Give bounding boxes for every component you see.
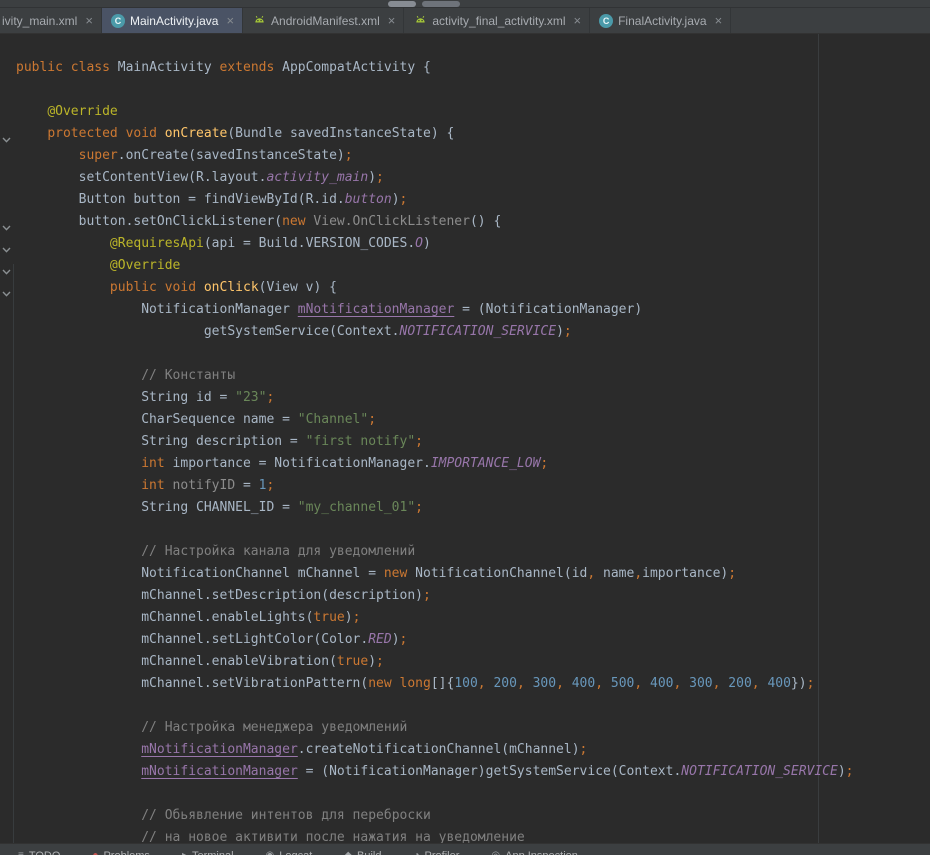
toolwindow-button-label: Profiler [425, 850, 460, 855]
fold-marker-icon[interactable] [2, 240, 11, 246]
tab-ivity_main.xml[interactable]: ivity_main.xml × [0, 8, 102, 33]
code-line: mChannel.setDescription(description); [16, 585, 854, 607]
code-line: mChannel.setVibrationPattern(new long[]{… [16, 673, 854, 695]
toolwindow-button-profiler[interactable]: ◔ Profiler [413, 850, 459, 855]
code-line: String description = "first notify"; [16, 431, 854, 453]
code-line: getSystemService(Context.NOTIFICATION_SE… [16, 321, 854, 343]
code-line: public void onClick(View v) { [16, 277, 854, 299]
tab-close-icon[interactable]: × [388, 14, 396, 27]
main-toolbar [0, 0, 930, 8]
tab-AndroidManifest.xml[interactable]: AndroidManifest.xml × [243, 8, 404, 33]
todo-icon: ≡ [18, 851, 24, 855]
tab-label: ivity_main.xml [2, 14, 77, 28]
code-line: String CHANNEL_ID = "my_channel_01"; [16, 497, 854, 519]
status-bar: ≡ TODO ● Problems ▸ Terminal ◉ Logcat ◆ Build ◔ Pro… [0, 843, 930, 855]
code-line: Button button = findViewById(R.id.button… [16, 189, 854, 211]
code-line: CharSequence name = "Channel"; [16, 409, 854, 431]
toolwindow-button-todo[interactable]: ≡ TODO [18, 850, 60, 855]
fold-marker-icon[interactable] [2, 262, 11, 268]
code-line: int importance = NotificationManager.IMP… [16, 453, 854, 475]
fold-marker-icon[interactable] [2, 284, 11, 290]
code-line [16, 695, 854, 717]
editor[interactable]: public class MainActivity extends AppCom… [0, 34, 930, 855]
code-line: // Обьявление интентов для переброски [16, 805, 854, 827]
toolwindow-button-label: TODO [29, 850, 61, 855]
toolwindow-button-label: App Inspection [505, 850, 578, 855]
class-icon: C [111, 14, 125, 28]
tab-FinalActivity.java[interactable]: C FinalActivity.java × [590, 8, 731, 33]
toolwindow-button-app-inspection[interactable]: ◎ App Inspection [491, 850, 578, 855]
code-line: @Override [16, 255, 854, 277]
toolwindow-button-label: Terminal [192, 850, 234, 855]
toolwindow-button-label: Problems [103, 850, 149, 855]
toolbar-button-partial[interactable] [388, 1, 416, 7]
code-line: String id = "23"; [16, 387, 854, 409]
tab-MainActivity.java[interactable]: C MainActivity.java × [102, 8, 243, 33]
code-line [16, 519, 854, 541]
android-icon [252, 14, 266, 28]
ide-window: ivity_main.xml×CMainActivity.java×Androi… [0, 0, 930, 855]
code-line: // Константы [16, 365, 854, 387]
code-line: mChannel.setLightColor(Color.RED); [16, 629, 854, 651]
toolwindow-button-logcat[interactable]: ◉ Logcat [266, 850, 313, 855]
problems-icon: ● [92, 851, 98, 855]
code-line: mChannel.enableVibration(true); [16, 651, 854, 673]
tab-close-icon[interactable]: × [226, 14, 234, 27]
tab-close-icon[interactable]: × [574, 14, 582, 27]
tab-close-icon[interactable]: × [715, 14, 723, 27]
logcat-icon: ◉ [266, 851, 275, 855]
tab-close-icon[interactable]: × [85, 14, 93, 27]
toolbar-button-partial[interactable] [422, 1, 460, 7]
code-line: mNotificationManager.createNotificationC… [16, 739, 854, 761]
tab-label: FinalActivity.java [618, 14, 706, 28]
tab-label: activity_final_activtity.xml [432, 14, 565, 28]
code-line: NotificationChannel mChannel = new Notif… [16, 563, 854, 585]
toolwindow-button-build[interactable]: ◆ Build [344, 850, 381, 855]
code-line: // Настройка менеджера уведомлений [16, 717, 854, 739]
tab-label: MainActivity.java [130, 14, 218, 28]
code-line: setContentView(R.layout.activity_main); [16, 167, 854, 189]
fold-marker-icon[interactable] [2, 130, 11, 136]
code-line: public class MainActivity extends AppCom… [16, 57, 854, 79]
class-icon: C [599, 14, 613, 28]
toolwindow-button-terminal[interactable]: ▸ Terminal [182, 850, 234, 855]
toolwindow-button-label: Logcat [279, 850, 312, 855]
code-line: mNotificationManager = (NotificationMana… [16, 761, 854, 783]
code-line: int notifyID = 1; [16, 475, 854, 497]
code-area[interactable]: public class MainActivity extends AppCom… [0, 34, 854, 849]
code-line: // Настройка канала для уведомлений [16, 541, 854, 563]
tab-activity_final_activtity.xml[interactable]: activity_final_activtity.xml × [404, 8, 590, 33]
profiler-icon: ◔ [413, 851, 419, 855]
app-inspection-icon: ◎ [491, 851, 500, 855]
tab-bar: ivity_main.xml×CMainActivity.java×Androi… [0, 8, 930, 34]
code-line [16, 79, 854, 101]
code-line: @Override [16, 101, 854, 123]
gutter [0, 34, 15, 855]
code-line: button.setOnClickListener(new View.OnCli… [16, 211, 854, 233]
code-line: super.onCreate(savedInstanceState); [16, 145, 854, 167]
code-line: @RequiresApi(api = Build.VERSION_CODES.O… [16, 233, 854, 255]
toolwindow-button-problems[interactable]: ● Problems [92, 850, 150, 855]
code-line [16, 783, 854, 805]
tab-label: AndroidManifest.xml [271, 14, 380, 28]
build-icon: ◆ [344, 851, 352, 855]
code-line: protected void onCreate(Bundle savedInst… [16, 123, 854, 145]
fold-marker-icon[interactable] [2, 218, 11, 224]
code-line: NotificationManager mNotificationManager… [16, 299, 854, 321]
toolwindow-button-label: Build [357, 850, 381, 855]
terminal-icon: ▸ [182, 851, 187, 855]
android-icon [413, 14, 427, 28]
code-line: mChannel.enableLights(true); [16, 607, 854, 629]
code-line [16, 343, 854, 365]
